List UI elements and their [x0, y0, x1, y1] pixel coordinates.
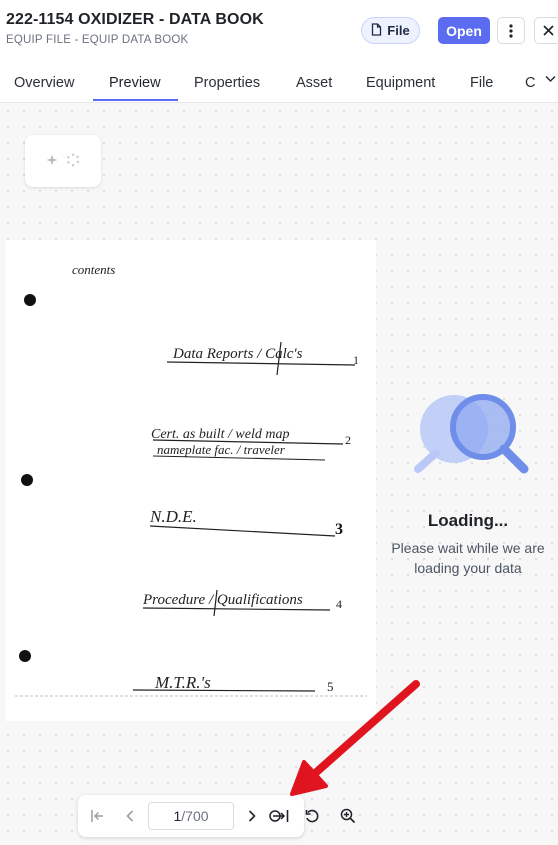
tab-overview[interactable]: Overview: [14, 75, 74, 91]
page-number-input[interactable]: 1 / 700: [148, 802, 234, 830]
punch-hole: [19, 650, 31, 662]
loading-title: Loading...: [427, 511, 509, 530]
document-heading: contents: [72, 262, 115, 277]
file-button[interactable]: File: [361, 17, 420, 44]
sparkle-icon: [46, 153, 58, 169]
ai-assist-chip[interactable]: [25, 135, 101, 187]
zoom-in-icon[interactable]: [335, 803, 361, 829]
punch-hole: [21, 474, 33, 486]
tab-overflow[interactable]: C: [525, 75, 535, 91]
document-entry: N.D.E.: [149, 507, 197, 526]
document-entry-number: 2: [345, 433, 351, 447]
tab-preview[interactable]: Preview: [109, 75, 161, 91]
chevron-down-icon[interactable]: [545, 74, 556, 86]
active-tab-indicator: [93, 99, 178, 101]
document-entry-number: 4: [336, 597, 342, 611]
page-title: 222-1154 OXIDIZER - DATA BOOK: [6, 11, 264, 28]
file-button-label: File: [387, 23, 410, 38]
tab-bar: Overview Preview Properties Asset Equipm…: [0, 62, 558, 103]
document-entry: Data Reports / Calc's: [172, 346, 303, 362]
document-entry: Cert. as built / weld map: [151, 427, 289, 442]
rotate-icon[interactable]: [299, 803, 325, 829]
open-button[interactable]: Open: [438, 17, 490, 44]
document-entry-number: 5: [327, 679, 334, 694]
punch-hole: [24, 294, 36, 306]
loading-panel: Loading... Please wait while we are load…: [378, 380, 558, 600]
header: 222-1154 OXIDIZER - DATA BOOK EQUIP FILE…: [0, 0, 558, 62]
document-entry-number: 3: [335, 521, 343, 538]
tab-properties[interactable]: Properties: [194, 75, 260, 91]
document-entry: M.T.R.'s: [154, 673, 211, 692]
loading-message: Please wait while we are loading your da…: [391, 540, 545, 576]
last-page-icon[interactable]: [266, 803, 292, 829]
file-icon: [371, 22, 382, 39]
tab-asset[interactable]: Asset: [296, 75, 332, 91]
page-subtitle: EQUIP FILE - EQUIP DATA BOOK: [6, 34, 189, 46]
more-vertical-icon[interactable]: [497, 17, 525, 44]
loading-spinner-icon: [66, 153, 80, 170]
next-page-icon[interactable]: [240, 803, 264, 829]
document-entry: Procedure / Qualifications: [142, 592, 303, 608]
total-pages: 700: [185, 808, 209, 824]
tab-equipment[interactable]: Equipment: [366, 75, 435, 91]
document-page[interactable]: contents Data Reports / Calc's 1 Cert. a…: [5, 240, 376, 721]
magnifier-illustration-icon: [414, 394, 529, 474]
previous-page-icon[interactable]: [118, 803, 142, 829]
close-icon[interactable]: [534, 17, 558, 44]
document-entry-number: 1: [353, 353, 359, 367]
document-entry: nameplate fac. / traveler: [157, 442, 286, 457]
tab-file[interactable]: File: [470, 75, 493, 91]
current-page: 1: [173, 808, 182, 824]
first-page-icon[interactable]: [86, 803, 110, 829]
